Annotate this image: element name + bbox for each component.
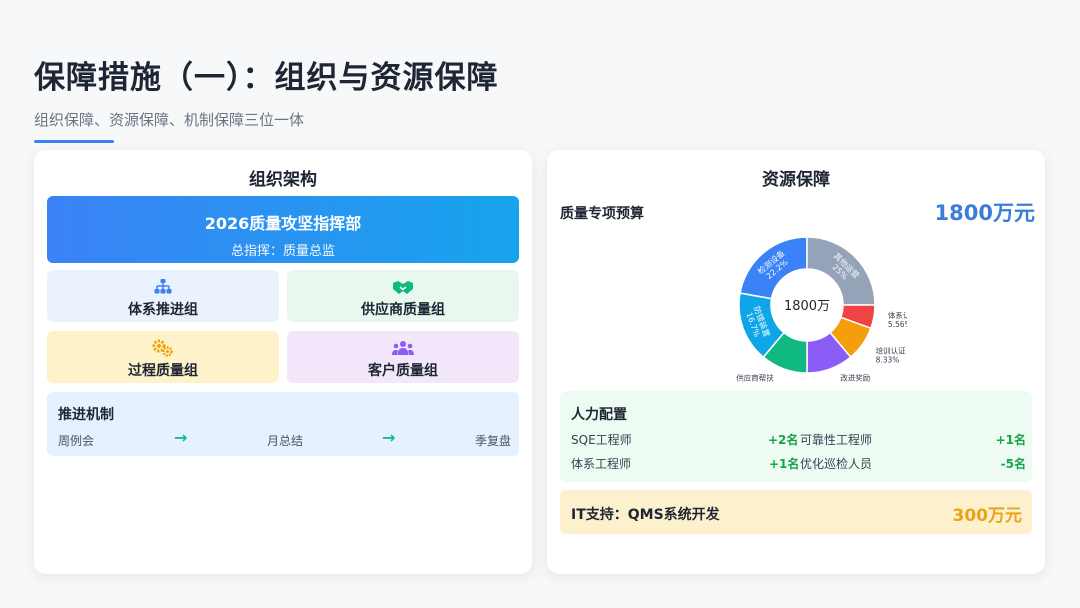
group-label: 客户质量组 [368, 363, 438, 379]
group-label: 过程质量组 [128, 363, 198, 379]
title-underline [34, 140, 114, 143]
it-value: 300万元 [952, 506, 1023, 526]
page-title: 保障措施（一）：组织与资源保障 [34, 60, 499, 96]
budget-label: 质量专项预算 [560, 206, 644, 222]
org-card-title: 组织架构 [249, 170, 317, 190]
hr-title: 人力配置 [571, 407, 627, 423]
gears-icon [47, 338, 279, 358]
hr-role: SQE工程师 [571, 433, 632, 447]
page-header: 保障措施（一）：组织与资源保障 组织保障、资源保障、机制保障三位一体 [34, 52, 499, 143]
handshake-icon [287, 277, 519, 297]
group-process-quality: 过程质量组 [47, 331, 279, 383]
slice-label: 培训认证 8.33% [876, 345, 906, 364]
org-structure-card: 组织架构 2026质量攻坚指挥部 总指挥：质量总监 体系推进组 供应商质量组 过… [34, 150, 532, 574]
group-label: 供应商质量组 [361, 302, 445, 318]
hr-role: 可靠性工程师 [800, 433, 873, 447]
donut-center-label: 1800万 [784, 299, 830, 314]
command-subtitle: 总指挥：质量总监 [230, 244, 335, 259]
budget-donut-chart: 检测设备22.2%其他运营25%体系认证5.56%培训认证8.33%改进奖励供应… [736, 236, 907, 382]
command-center-box: 2026质量攻坚指挥部 总指挥：质量总监 [47, 196, 519, 263]
hr-delta: -5名 [1000, 457, 1026, 471]
slice-label: 供应商帮扶 [736, 373, 774, 382]
users-icon [287, 338, 519, 358]
it-support-box: IT支持：QMS系统开发 300万元 [560, 490, 1032, 534]
hr-role: 优化巡检人员 [800, 457, 873, 471]
mechanism-step: 月总结 [267, 434, 304, 448]
hr-delta: +1名 [995, 433, 1026, 447]
mechanism-step: 周例会 [58, 434, 95, 448]
command-title: 2026质量攻坚指挥部 [204, 214, 362, 233]
it-label: IT支持：QMS系统开发 [571, 507, 720, 523]
org-chart-icon [47, 277, 279, 297]
resource-card: 资源保障 质量专项预算 1800万元 检测设备22.2%其他运营25%体系认证5… [547, 150, 1045, 574]
mechanism-box: 推进机制 周例会 → 月总结 → 季复盘 [47, 392, 519, 456]
page-subtitle: 组织保障、资源保障、机制保障三位一体 [34, 111, 305, 129]
arrow-right-icon: → [174, 428, 188, 447]
resource-card-title: 资源保障 [762, 170, 830, 190]
slice-label: 改进奖励 [840, 373, 870, 382]
budget-value: 1800万元 [934, 201, 1035, 225]
hr-role: 体系工程师 [571, 457, 632, 471]
mechanism-title: 推进机制 [58, 407, 114, 423]
slice-label: 体系认证5.56% [888, 310, 907, 329]
group-system-promotion: 体系推进组 [47, 270, 279, 322]
arrow-right-icon: → [382, 428, 396, 447]
hr-delta: +1名 [769, 457, 800, 471]
group-label: 体系推进组 [128, 302, 198, 318]
hr-delta: +2名 [768, 433, 799, 447]
group-customer-quality: 客户质量组 [287, 331, 519, 383]
hr-allocation-box: 人力配置 SQE工程师 +2名 可靠性工程师 +1名 体系工程师 +1名 优化巡… [560, 391, 1032, 482]
mechanism-step: 季复盘 [475, 434, 512, 448]
group-supplier-quality: 供应商质量组 [287, 270, 519, 322]
